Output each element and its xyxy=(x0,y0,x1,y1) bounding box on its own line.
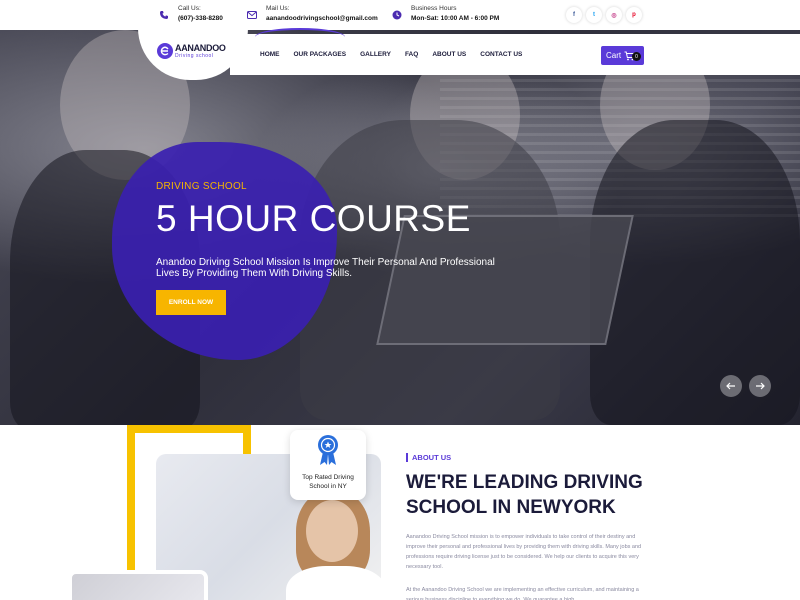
photo-face-shape xyxy=(306,500,358,562)
call-label: Call Us: xyxy=(178,5,201,12)
mail-label: Mail Us: xyxy=(266,5,290,12)
instagram-icon[interactable]: ◎ xyxy=(606,7,622,23)
nav-our-packages[interactable]: OUR PACKAGES xyxy=(294,51,347,58)
phone-number[interactable]: (607)-338-8280 xyxy=(178,13,223,24)
nav-faq[interactable]: FAQ xyxy=(405,51,418,58)
top-rated-badge-card: Top Rated Driving School in NY xyxy=(290,430,366,500)
about-photo-secondary xyxy=(68,570,208,600)
cart-button[interactable]: Cart 0 xyxy=(601,46,644,65)
pinterest-icon[interactable]: p xyxy=(626,7,642,23)
clock-icon xyxy=(390,8,404,22)
hours-info: Business Hours Mon-Sat: 10:00 AM - 6:00 … xyxy=(390,4,499,24)
phone-icon xyxy=(157,8,171,22)
cart-label: Cart xyxy=(606,51,622,60)
slider-prev-button[interactable] xyxy=(720,375,742,397)
enroll-now-button[interactable]: ENROLL NOW xyxy=(156,290,226,315)
logo-tagline: Driving school xyxy=(175,53,214,59)
social-links: f t ◎ p xyxy=(566,7,642,23)
arrow-left-icon xyxy=(726,379,736,393)
call-info[interactable]: Call Us: (607)-338-8280 xyxy=(157,4,223,24)
cart-count-badge: 0 xyxy=(632,52,641,61)
nav-about-us[interactable]: ABOUT US xyxy=(432,51,466,58)
about-paragraph-2: At the Aanandoo Driving School we are im… xyxy=(406,587,639,600)
about-section-tag: ABOUT US xyxy=(406,453,451,462)
arrow-right-icon xyxy=(755,379,765,393)
slider-next-button[interactable] xyxy=(749,375,771,397)
about-title: WE'RE LEADING DRIVING SCHOOL IN NEWYORK xyxy=(406,472,643,518)
email-address[interactable]: aanandoodrivingschool@gmail.com xyxy=(266,13,378,24)
photo-shirt-shape xyxy=(286,566,381,600)
hero-title: 5 HOUR COURSE xyxy=(156,198,471,239)
badge-text: Top Rated Driving School in NY xyxy=(302,474,354,490)
facebook-icon[interactable]: f xyxy=(566,7,582,23)
nav-gallery[interactable]: GALLERY xyxy=(360,51,391,58)
award-ribbon-icon xyxy=(317,434,339,471)
logo-icon[interactable] xyxy=(157,43,173,59)
about-paragraph-1: Aanandoo Driving School mission is to em… xyxy=(406,534,642,570)
hero-description: Anandoo Driving School Mission Is Improv… xyxy=(156,257,495,279)
hours-label: Business Hours xyxy=(411,5,457,12)
logo-text[interactable]: AANANDOO xyxy=(175,43,226,53)
nav-home[interactable]: HOME xyxy=(260,51,280,58)
mail-info[interactable]: Mail Us: aanandoodrivingschool@gmail.com xyxy=(245,4,378,24)
main-menu: HOME OUR PACKAGES GALLERY FAQ ABOUT US C… xyxy=(260,51,522,58)
mail-icon xyxy=(245,8,259,22)
navbar-curve-decoration xyxy=(255,28,345,46)
twitter-icon[interactable]: t xyxy=(586,7,602,23)
hero-subtitle: DRIVING SCHOOL xyxy=(156,181,247,192)
hours-value: Mon-Sat: 10:00 AM - 6:00 PM xyxy=(411,15,500,22)
hero-banner: DRIVING SCHOOL 5 HOUR COURSE Anandoo Dri… xyxy=(0,30,800,425)
top-info-bar: Call Us: (607)-338-8280 Mail Us: aanando… xyxy=(0,0,800,30)
nav-contact-us[interactable]: CONTACT US xyxy=(480,51,522,58)
